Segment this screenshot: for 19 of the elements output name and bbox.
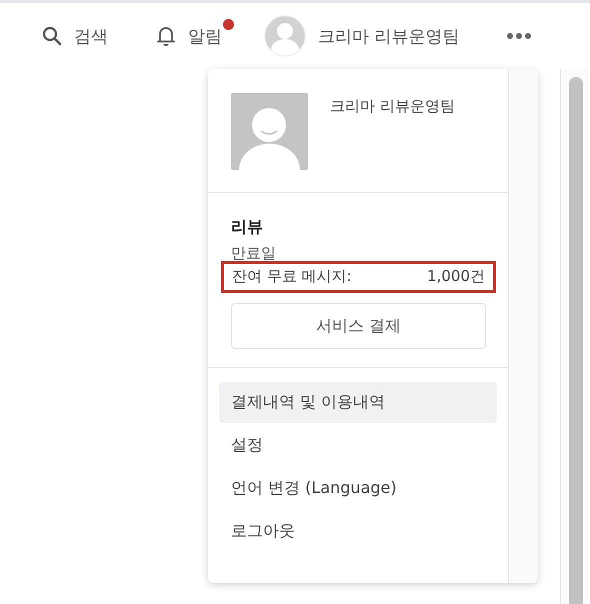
- avatar-icon: [264, 15, 306, 57]
- payment-button[interactable]: 서비스 결제: [231, 303, 486, 349]
- menu-item[interactable]: 설정: [219, 425, 497, 466]
- search-button[interactable]: 검색: [42, 24, 108, 48]
- profile-picture-icon: [231, 93, 308, 170]
- menu-item[interactable]: 로그아웃: [219, 511, 497, 552]
- notifications-button[interactable]: 알림: [156, 24, 222, 48]
- remaining-label: 잔여 무료 메시지:: [232, 267, 352, 286]
- remaining-value: 1,000건: [427, 267, 485, 286]
- user-menu-button[interactable]: 크리마 리뷰운영팀: [264, 15, 460, 57]
- expiry-label: 만료일: [231, 244, 277, 261]
- menu-item[interactable]: 결제내역 및 이용내역: [219, 382, 497, 423]
- scrollbar[interactable]: [560, 69, 587, 604]
- search-icon: [42, 26, 62, 46]
- menu-item[interactable]: 언어 변경 (Language): [219, 468, 497, 509]
- user-name: 크리마 리뷰운영팀: [330, 97, 455, 116]
- service-title: 리뷰: [231, 217, 264, 238]
- bell-icon: [156, 25, 176, 47]
- dropdown-scrollbar[interactable]: [509, 69, 538, 583]
